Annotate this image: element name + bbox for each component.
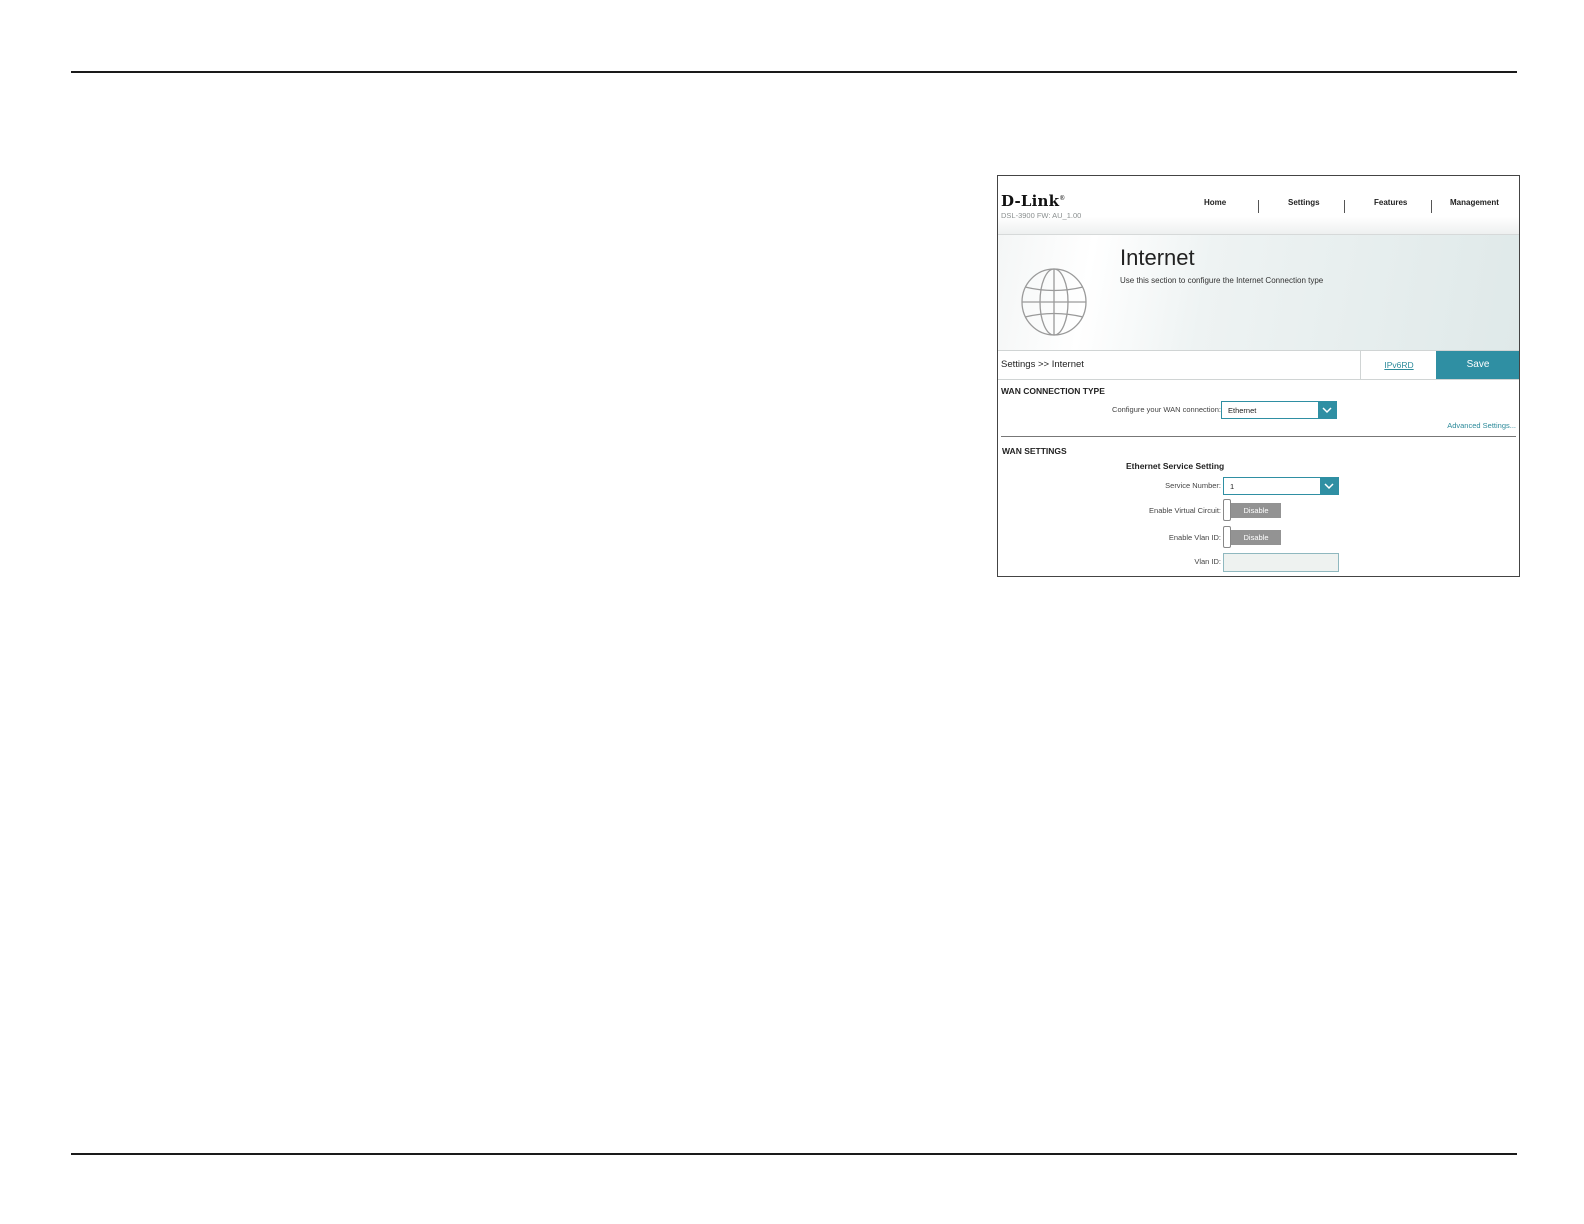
vlan-enable-toggle[interactable]: Disable <box>1223 526 1283 548</box>
toggle-knob <box>1223 526 1231 548</box>
page-banner: Internet Use this section to configure t… <box>998 235 1519 350</box>
footer-rule <box>71 1153 1517 1155</box>
virtual-circuit-toggle[interactable]: Disable <box>1223 499 1283 521</box>
wan-connection-title: WAN CONNECTION TYPE <box>1001 386 1105 396</box>
ipv6-link[interactable]: IPv6RD <box>1360 351 1437 379</box>
toolbar: Settings >> Internet IPv6RD Save <box>998 350 1519 380</box>
globe-icon <box>1021 268 1087 336</box>
chevron-down-icon[interactable] <box>1320 478 1338 494</box>
vlan-id-label: Vlan ID: <box>1194 557 1221 566</box>
page-description: Use this section to configure the Intern… <box>1120 276 1324 285</box>
dlink-logo: D-Link® <box>1001 192 1066 210</box>
nav-separator <box>1431 200 1432 213</box>
nav-settings[interactable]: Settings <box>1288 198 1320 214</box>
save-button[interactable]: Save <box>1436 351 1519 379</box>
advanced-settings-link[interactable]: Advanced Settings... <box>1447 421 1516 430</box>
nav-features[interactable]: Features <box>1374 198 1407 214</box>
service-number-select[interactable]: 1 <box>1223 477 1339 495</box>
nav-separator <box>1258 200 1259 213</box>
model-firmware: DSL-3900 FW: AU_1.00 <box>1001 211 1082 220</box>
virtual-circuit-label: Enable Virtual Circuit: <box>1149 506 1221 515</box>
vlan-enable-label: Enable Vlan ID: <box>1168 533 1221 542</box>
nav-management[interactable]: Management <box>1450 198 1499 214</box>
vlan-id-input[interactable] <box>1223 553 1339 572</box>
breadcrumb: Settings >> Internet <box>1001 359 1084 370</box>
section-divider <box>1001 436 1516 437</box>
wan-connection-label: Configure your WAN connection: <box>1112 405 1221 414</box>
header-rule <box>71 71 1517 73</box>
nav-separator <box>1344 200 1345 213</box>
vlan-enable-state: Disable <box>1231 530 1281 545</box>
toggle-knob <box>1223 499 1231 521</box>
router-ui-screenshot: D-Link® DSL-3900 FW: AU_1.00 Home Settin… <box>997 175 1520 577</box>
ethernet-service-subtitle: Ethernet Service Setting <box>1126 461 1225 471</box>
chevron-down-icon[interactable] <box>1318 402 1336 418</box>
wan-connection-select[interactable]: Ethernet <box>1221 401 1337 419</box>
nav-home[interactable]: Home <box>1204 198 1226 214</box>
virtual-circuit-state: Disable <box>1231 503 1281 518</box>
router-header: D-Link® DSL-3900 FW: AU_1.00 Home Settin… <box>998 176 1519 235</box>
service-number-value: 1 <box>1230 482 1235 491</box>
page-title: Internet <box>1120 245 1195 270</box>
service-number-label: Service Number: <box>1165 481 1221 490</box>
wan-connection-value: Ethernet <box>1228 406 1257 415</box>
wan-settings-title: WAN SETTINGS <box>1002 446 1067 456</box>
